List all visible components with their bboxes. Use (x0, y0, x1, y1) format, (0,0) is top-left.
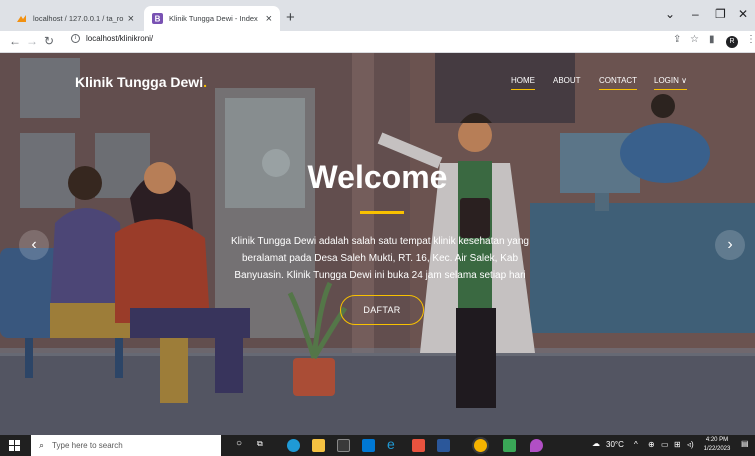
tray-overflow-icon[interactable]: ^ (634, 440, 638, 449)
weather-icon[interactable]: ☁ (592, 439, 600, 448)
mail-icon[interactable] (362, 439, 375, 452)
windows-taskbar: ⌕ Type here to search ○ ⧉ e ☁ 30°C ^ ⊕ ▭… (0, 435, 755, 456)
nav-about[interactable]: ABOUT (553, 76, 581, 89)
back-icon[interactable]: ← (9, 34, 21, 48)
new-tab-button[interactable]: + (286, 9, 295, 26)
search-icon: ⌕ (39, 440, 45, 450)
carousel-next-icon[interactable]: › (715, 230, 745, 260)
browser-tab-bar: localhost / 127.0.0.1 / ta_roni | ph × B… (0, 0, 755, 31)
address-bar[interactable]: i localhost/klinikroni/ (71, 34, 153, 43)
vscode-icon[interactable] (503, 439, 516, 452)
windows-start-icon[interactable] (9, 440, 20, 451)
clock[interactable]: 4:20 PM 1/22/2023 (700, 436, 734, 454)
nav-home[interactable]: HOME (511, 76, 535, 90)
battery-icon[interactable]: ▭ (661, 440, 669, 449)
word-icon[interactable] (437, 439, 450, 452)
bootstrap-icon: B (152, 13, 163, 24)
task-view-icon[interactable]: ⧉ (257, 439, 263, 449)
brand-name: Klinik Tungga Dewi (75, 74, 204, 90)
language-icon[interactable]: ⊞ (674, 440, 681, 449)
close-window-icon[interactable]: ✕ (738, 7, 748, 21)
tab-phpmyadmin[interactable]: localhost / 127.0.0.1 / ta_roni | ph × (8, 6, 142, 31)
notification-icon[interactable]: ▤ (741, 439, 749, 448)
close-tab-icon[interactable]: × (266, 13, 272, 25)
close-tab-icon[interactable]: × (128, 13, 134, 25)
edge-icon[interactable] (287, 439, 300, 452)
nav-login[interactable]: LOGIN ∨ (654, 76, 687, 90)
hero-description: Klinik Tungga Dewi adalah salah satu tem… (231, 236, 529, 281)
internet-explorer-icon[interactable]: e (387, 436, 395, 452)
maps-pin-icon[interactable] (530, 439, 543, 452)
tab-title: localhost / 127.0.0.1 / ta_roni | ph (33, 14, 124, 23)
store-icon[interactable] (337, 439, 350, 452)
search-placeholder: Type here to search (52, 441, 123, 450)
chrome-icon[interactable] (474, 439, 487, 452)
carousel-prev-icon[interactable]: ‹ (19, 230, 49, 260)
tab-title: Klinik Tungga Dewi - Index (169, 14, 258, 23)
tab-search-icon[interactable]: ⌄ (665, 7, 675, 21)
phpmyadmin-icon (17, 15, 26, 22)
taskbar-search-input[interactable]: ⌕ Type here to search (31, 435, 221, 456)
reload-icon[interactable]: ↻ (44, 34, 54, 48)
clock-date: 1/22/2023 (703, 446, 731, 452)
url-text: localhost/klinikroni/ (86, 34, 154, 43)
browser-toolbar: ← → ↻ i localhost/klinikroni/ ⇪ ☆ ▮ R ⋮ (0, 31, 755, 53)
file-explorer-icon[interactable] (312, 439, 325, 452)
maximize-icon[interactable]: ❐ (715, 7, 726, 21)
xampp-icon[interactable] (412, 439, 425, 452)
svg-text:B: B (155, 15, 161, 24)
tab-klinik[interactable]: B Klinik Tungga Dewi - Index × (144, 6, 280, 31)
share-icon[interactable]: ⇪ (673, 34, 681, 45)
clock-time: 4:20 PM (705, 437, 729, 443)
hero-section: Klinik Tungga Dewi. HOME ABOUT CONTACT L… (0, 53, 755, 435)
hero-title: Welcome (307, 159, 448, 195)
menu-dots-icon[interactable]: ⋮ (746, 34, 755, 45)
bookmark-star-icon[interactable]: ☆ (690, 34, 699, 45)
brand-dot: . (203, 74, 207, 90)
weather-temp[interactable]: 30°C (606, 440, 624, 449)
nav-contact[interactable]: CONTACT (599, 76, 638, 90)
site-info-icon[interactable]: i (71, 34, 80, 43)
site-brand[interactable]: Klinik Tungga Dewi. (75, 74, 207, 90)
sidepanel-icon[interactable]: ▮ (709, 34, 715, 45)
minimize-icon[interactable]: – (692, 7, 699, 21)
forward-icon[interactable]: → (26, 34, 38, 48)
volume-icon[interactable]: ◃) (687, 440, 694, 449)
profile-avatar[interactable]: R (726, 36, 738, 48)
cortana-icon[interactable]: ○ (236, 438, 242, 449)
network-icon[interactable]: ⊕ (648, 440, 655, 449)
title-underline (360, 211, 404, 214)
daftar-button[interactable]: DAFTAR (340, 295, 424, 325)
